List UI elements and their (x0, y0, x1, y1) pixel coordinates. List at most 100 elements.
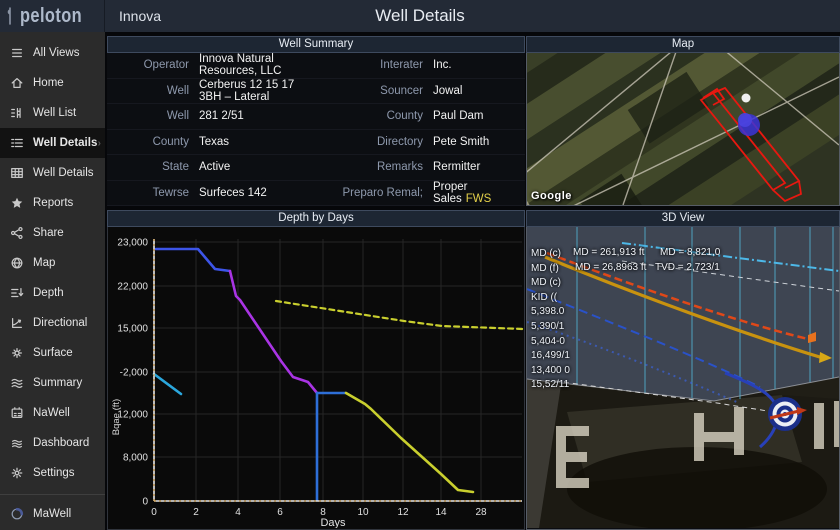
field-value: Active (199, 161, 319, 173)
well-summary-header[interactable]: Well Summary (107, 36, 525, 53)
map-view[interactable]: Google (526, 53, 840, 206)
sidebar-item-well-list[interactable]: Well List (0, 98, 105, 128)
sidebar-item-all-views[interactable]: All Views (0, 38, 105, 68)
sidebar-item-label: Reports (33, 197, 73, 209)
sidebar-item-well-details[interactable]: Well Details (0, 158, 105, 188)
field-value: Proper SalesFWS (433, 181, 525, 205)
x-tick-label: 6 (277, 507, 283, 518)
sidebar-item-label: Well Details (33, 137, 97, 149)
map-well-marker[interactable] (742, 94, 751, 103)
view-3d-scene[interactable]: MD (c)MD (f)MD (c)KID ((5,398.05,390/15,… (526, 227, 840, 530)
sidebar-item-share[interactable]: Share (0, 218, 105, 248)
3d-axis-label: 13,400 0 (531, 364, 570, 379)
sidebar-nav: All Views Home Well List Well Details Well D… (0, 32, 105, 530)
field-label: Directory (319, 136, 433, 148)
depth-chart-title: Depth by Days (278, 212, 353, 224)
fws-badge: FWS (466, 193, 492, 205)
satellite-map-image[interactable] (527, 53, 839, 205)
nawell-icon (10, 406, 24, 420)
field-value: Surfeces 142 (199, 187, 319, 199)
google-watermark: Google (531, 190, 572, 202)
well-summary-row: TewrseSurfeces 142Preparo Remal;Proper S… (107, 181, 525, 207)
dashboard-icon (10, 436, 24, 450)
sidebar-divider (0, 494, 105, 495)
sidebar-item-surface[interactable]: Surface (0, 338, 105, 368)
field-label: Operator (107, 59, 199, 71)
sidebar-item-label: Map (33, 257, 55, 269)
sidebar-item-depth[interactable]: Depth (0, 278, 105, 308)
star-icon (10, 196, 24, 210)
field-label: Well (107, 85, 199, 97)
sidebar-item-directional[interactable]: Directional (0, 308, 105, 338)
sidebar-item-label: MaWell (33, 508, 71, 520)
sidebar-item-dashboard[interactable]: Dashboard (0, 428, 105, 458)
x-tick-label: 12 (397, 507, 409, 518)
details-list-icon (10, 136, 24, 150)
sidebar-item-home[interactable]: Home (0, 68, 105, 98)
3d-axis-label: 15,52/11 (531, 378, 570, 393)
series-depth-run-1 (156, 249, 230, 271)
field-value: Rermitter (433, 161, 525, 173)
home-icon (10, 76, 24, 90)
sidebar-item-label: Directional (33, 317, 87, 329)
map-panel: Map (526, 36, 840, 206)
view-3d-panel: 3D View (526, 210, 840, 530)
field-label: Well (107, 110, 199, 122)
3d-axis-label: MD (f) (531, 262, 570, 277)
map-header[interactable]: Map (526, 36, 840, 53)
y-tick-label: -2,000 (120, 368, 149, 379)
layers-icon (10, 376, 24, 390)
depth-icon (10, 286, 24, 300)
sidebar-item-well-details[interactable]: Well Details (0, 128, 105, 158)
well-summary-row: Well281 2/51CountyPaul Dam (107, 104, 525, 130)
3d-axis-label: MD (c) (531, 247, 570, 262)
sidebar-item-label: NaWell (33, 407, 70, 419)
sidebar-item-map[interactable]: Map (0, 248, 105, 278)
y-tick-label: 12,000 (117, 410, 148, 421)
sidebar-item-label: Share (33, 227, 64, 239)
3d-axis-label: MD (c) (531, 276, 570, 291)
field-label: County (319, 110, 433, 122)
depth-chart-header[interactable]: Depth by Days (107, 210, 525, 227)
view-3d-header[interactable]: 3D View (526, 210, 840, 227)
sidebar-item-label: Depth (33, 287, 64, 299)
sidebar-item-reports[interactable]: Reports (0, 188, 105, 218)
field-value: Texas (199, 136, 319, 148)
sidebar-item-nawell[interactable]: NaWell (0, 398, 105, 428)
top-bar: peloton Innova Well Details (0, 0, 840, 33)
field-value: Jowal (433, 85, 525, 97)
y-tick-label: 0 (142, 497, 148, 508)
series-short-run (154, 374, 181, 394)
well-summary-body: OperatorInnova Natural Resources, LLCInt… (107, 53, 525, 206)
depth-chart-area[interactable]: Days Bqae (ft) 23,00022,00015,000-2,0001… (107, 227, 525, 530)
well-summary-row: CountyTexasDirectoryPete Smith (107, 130, 525, 156)
sidebar-item-label: All Views (33, 47, 79, 59)
x-tick-label: 2 (193, 507, 199, 518)
field-value: Paul Dam (433, 110, 525, 122)
sidebar-item-label: Home (33, 77, 64, 89)
sidebar-item-label: Well List (33, 107, 76, 119)
sidebar-item-settings[interactable]: Settings (0, 458, 105, 488)
series-depth-run-4 (346, 393, 473, 492)
3d-axis-label: 5,390/1 (531, 320, 570, 335)
sidebar-item-label: Settings (33, 467, 75, 479)
sidebar-item-label: Surface (33, 347, 73, 359)
share-icon (10, 226, 24, 240)
3d-axis-label: KID (( (531, 291, 570, 306)
settings-gear-icon (10, 466, 24, 480)
well-summary-title: Well Summary (279, 38, 354, 50)
field-label: Remarks (319, 161, 433, 173)
sidebar-item-summary[interactable]: Summary (0, 368, 105, 398)
table-icon (10, 166, 24, 180)
field-value: Innova Natural Resources, LLC (199, 53, 319, 77)
depth-chart-svg[interactable]: Days Bqae (ft) 23,00022,00015,000-2,0001… (108, 227, 524, 528)
field-value: Cerberus 12 15 17 3BH – Lateral (199, 79, 319, 103)
field-value: Proper Sales (433, 181, 468, 205)
sidebar-item-mawell[interactable]: MaWell (0, 499, 105, 529)
y-tick-label: 22,000 (117, 282, 148, 293)
field-value: Pete Smith (433, 136, 525, 148)
field-value: 281 2/51 (199, 110, 319, 122)
list-icon (10, 46, 24, 60)
mawell-logo-icon (10, 507, 24, 521)
3d-axis-label: 5,404-0 (531, 335, 570, 350)
